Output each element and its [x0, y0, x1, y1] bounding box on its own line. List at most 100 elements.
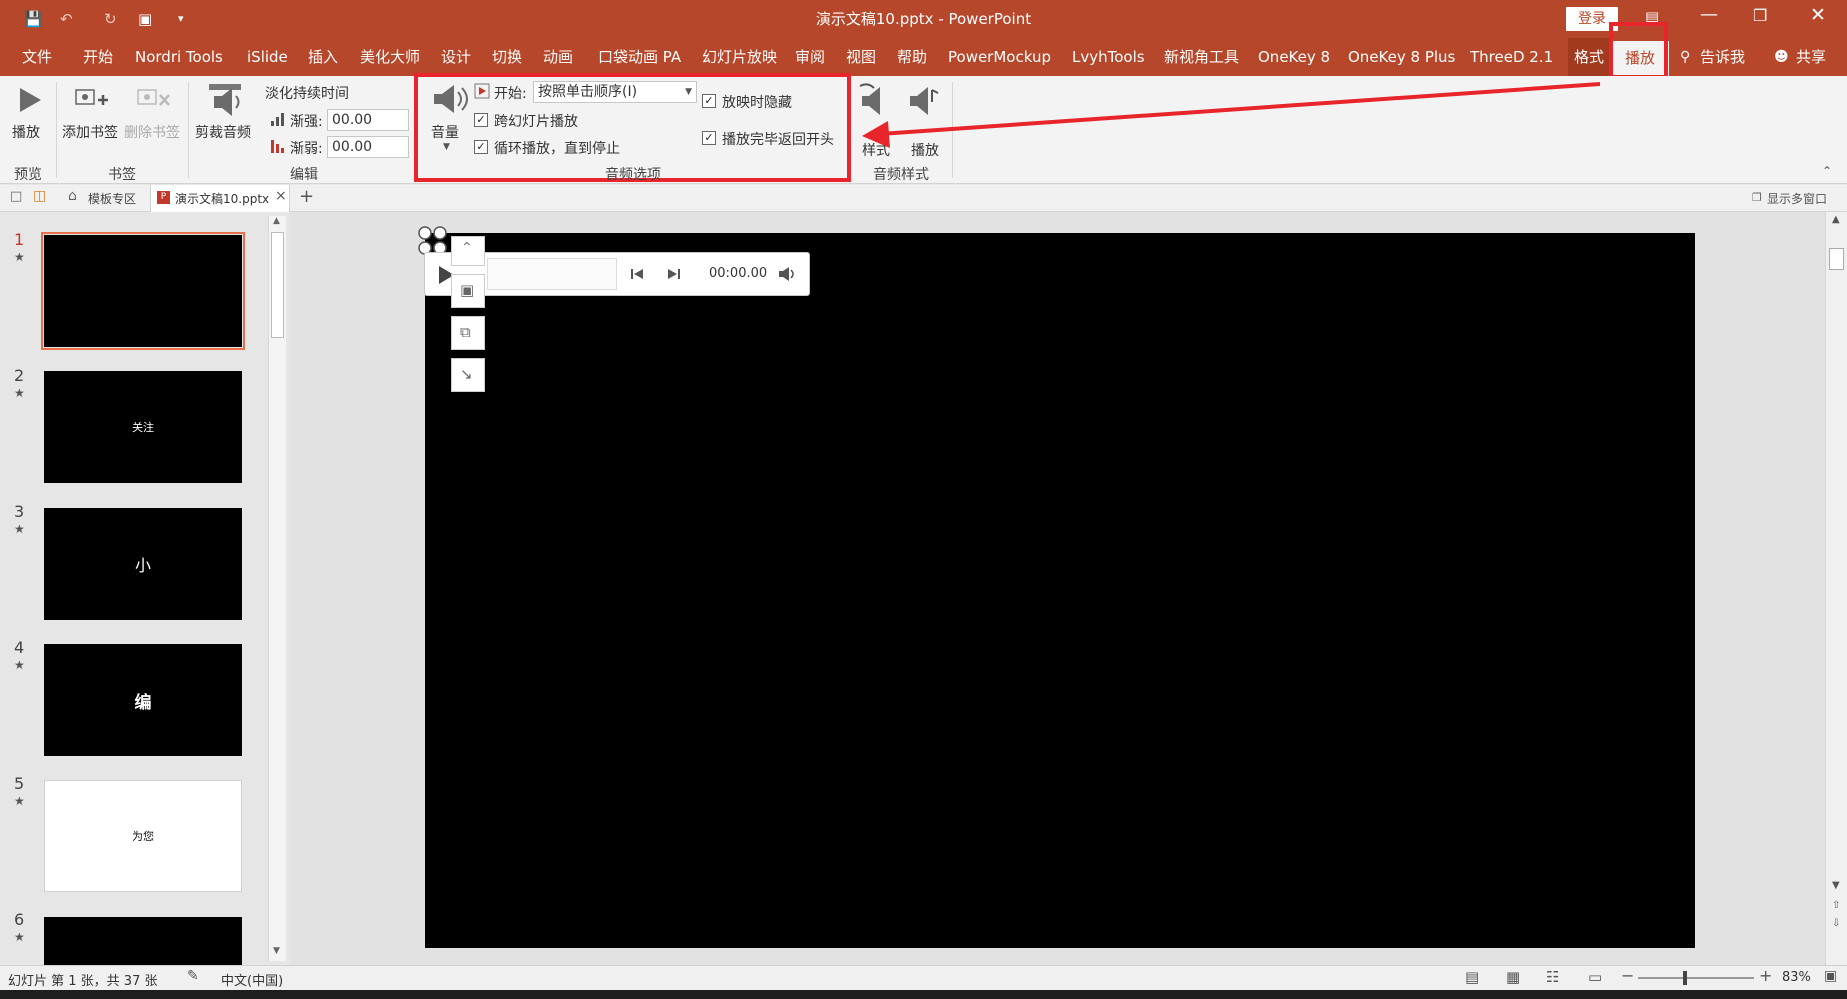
tab-onekey8[interactable]: OneKey 8 [1258, 38, 1330, 76]
share-button[interactable]: 共享 [1796, 38, 1826, 76]
new-file-icon[interactable]: □ [10, 189, 22, 204]
remove-bookmark-icon[interactable] [136, 84, 172, 114]
slide-thumbnail-3[interactable]: 小 [44, 508, 242, 620]
hide-during-show-checkbox[interactable]: ✓ [702, 94, 716, 108]
editor-scrollbar[interactable]: ▲ ▼ ⇧ ⇩ [1825, 212, 1847, 965]
add-tab-icon[interactable]: + [299, 186, 314, 207]
forward-icon[interactable] [665, 266, 681, 282]
scroll-up-icon[interactable]: ▲ [1832, 214, 1840, 225]
template-zone-tab[interactable]: 模板专区 [88, 190, 136, 207]
trim-audio-button[interactable]: 剪裁音频 [195, 122, 251, 142]
slide-thumbnail-6[interactable] [44, 917, 242, 965]
close-icon[interactable]: ✕ [1810, 4, 1826, 26]
tell-me-button[interactable]: 告诉我 [1700, 38, 1745, 76]
player-progress-bar[interactable] [487, 258, 617, 290]
arrange-button[interactable]: ⧉ [451, 316, 485, 350]
present-from-start-icon[interactable]: ▣ [138, 9, 152, 29]
tab-transitions[interactable]: 切换 [492, 38, 522, 76]
user-icon[interactable]: ☻ [1774, 38, 1789, 76]
trim-audio-icon[interactable] [206, 82, 244, 116]
player-volume-icon[interactable] [777, 266, 797, 282]
close-tab-icon[interactable]: × [275, 188, 287, 204]
rewind-icon[interactable] [630, 266, 646, 282]
crop-button[interactable]: ↘ [451, 358, 485, 392]
zoom-in-icon[interactable]: + [1759, 966, 1772, 985]
tab-onekey8-plus[interactable]: OneKey 8 Plus [1348, 38, 1455, 76]
zoom-slider-thumb[interactable] [1683, 971, 1687, 985]
scroll-up-icon[interactable]: ▲ [273, 216, 280, 226]
fade-in-input[interactable]: 00.00 [327, 109, 409, 131]
play-in-background-button[interactable]: 播放 [911, 140, 939, 160]
tab-islide[interactable]: iSlide [247, 38, 288, 76]
normal-view-icon[interactable]: ▤ [1465, 968, 1479, 986]
tab-powermockup[interactable]: PowerMockup [948, 38, 1051, 76]
tab-review[interactable]: 审阅 [795, 38, 825, 76]
slide-canvas[interactable] [425, 233, 1695, 948]
editor-scrollbar-thumb[interactable] [1829, 248, 1844, 270]
zoom-level[interactable]: 83% [1782, 970, 1811, 985]
add-bookmark-icon[interactable] [74, 84, 110, 114]
undo-icon[interactable]: ↶ [60, 9, 73, 29]
volume-icon[interactable] [430, 82, 468, 116]
scroll-down-icon[interactable]: ▼ [1832, 880, 1840, 891]
save-icon[interactable]: 💾 [24, 9, 43, 29]
slide-thumbnail-2[interactable]: 关注 [44, 371, 242, 483]
volume-dropdown-icon[interactable]: ▼ [443, 142, 450, 152]
tab-animations[interactable]: 动画 [543, 38, 573, 76]
fade-out-input[interactable]: 00.00 [327, 136, 409, 158]
fit-to-window-icon[interactable]: ▣ [1824, 968, 1837, 984]
tab-lvyhtools[interactable]: LvyhTools [1072, 38, 1145, 76]
slideshow-view-icon[interactable]: ▭ [1588, 968, 1602, 986]
loop-checkbox[interactable]: ✓ [474, 140, 488, 154]
tab-beautify[interactable]: 美化大师 [360, 38, 420, 76]
minimize-icon[interactable]: — [1700, 4, 1718, 25]
tab-threed[interactable]: ThreeD 2.1 [1470, 38, 1553, 76]
tab-nordri-tools[interactable]: Nordri Tools [135, 38, 223, 76]
tab-view[interactable]: 视图 [846, 38, 876, 76]
home-icon[interactable]: ⌂ [68, 188, 77, 204]
tab-insert[interactable]: 插入 [308, 38, 338, 76]
restore-icon[interactable]: ❐ [1753, 6, 1767, 25]
rewind-checkbox[interactable]: ✓ [702, 131, 716, 145]
no-style-button[interactable]: 样式 [862, 140, 890, 160]
tab-file[interactable]: 文件 [22, 38, 52, 76]
tab-format[interactable]: 格式 [1568, 38, 1611, 76]
collapse-ribbon-icon[interactable]: ⌃ [1822, 164, 1832, 178]
slide-thumbnail-5[interactable]: 为您 [44, 780, 242, 892]
add-bookmark-button[interactable]: 添加书签 [62, 122, 118, 142]
scroll-down-icon[interactable]: ▼ [273, 946, 280, 956]
search-icon[interactable]: ⚲ [1680, 38, 1690, 76]
thumbnail-scrollbar[interactable]: ▲ ▼ [268, 216, 286, 961]
play-icon[interactable] [14, 85, 44, 115]
zoom-slider[interactable] [1638, 977, 1754, 979]
scrollbar-thumb[interactable] [271, 232, 284, 338]
redo-icon[interactable]: ↻ [104, 9, 117, 29]
no-style-icon[interactable] [858, 82, 892, 118]
language-indicator[interactable]: 中文(中国) [221, 970, 283, 989]
play-button[interactable]: 播放 [12, 122, 40, 142]
show-multi-window-button[interactable]: 显示多窗口 [1767, 190, 1827, 207]
layout-options-button[interactable]: ▣ [451, 274, 485, 308]
folder-icon[interactable]: ◫ [33, 188, 46, 204]
volume-button[interactable]: 音量 [431, 122, 459, 142]
tab-design[interactable]: 设计 [441, 38, 471, 76]
slide-thumbnail-4[interactable]: 编 [44, 644, 242, 756]
collapse-toolbar-button[interactable]: ⌃ [451, 236, 485, 266]
tab-help[interactable]: 帮助 [897, 38, 927, 76]
next-slide-icon[interactable]: ⇩ [1832, 918, 1840, 929]
tab-new-perspective[interactable]: 新视角工具 [1164, 38, 1239, 76]
play-in-background-icon[interactable] [906, 82, 940, 118]
zoom-out-icon[interactable]: − [1621, 966, 1634, 985]
tab-slideshow[interactable]: 幻灯片放映 [702, 38, 777, 76]
customize-qat-icon[interactable]: ▾ [178, 9, 184, 29]
reading-view-icon[interactable]: ☷ [1546, 968, 1559, 986]
slide-sorter-icon[interactable]: ▦ [1506, 968, 1520, 986]
play-across-slides-checkbox[interactable]: ✓ [474, 113, 488, 127]
previous-slide-icon[interactable]: ⇧ [1832, 900, 1840, 911]
tab-home[interactable]: 开始 [83, 38, 113, 76]
multi-window-icon[interactable]: ❐ [1752, 191, 1762, 204]
remove-bookmark-button[interactable]: 删除书签 [124, 122, 180, 142]
spell-check-icon[interactable]: ✎ [187, 968, 199, 984]
tab-pocket-animation[interactable]: 口袋动画 PA [598, 38, 681, 76]
slide-thumbnail-1[interactable] [44, 235, 242, 347]
